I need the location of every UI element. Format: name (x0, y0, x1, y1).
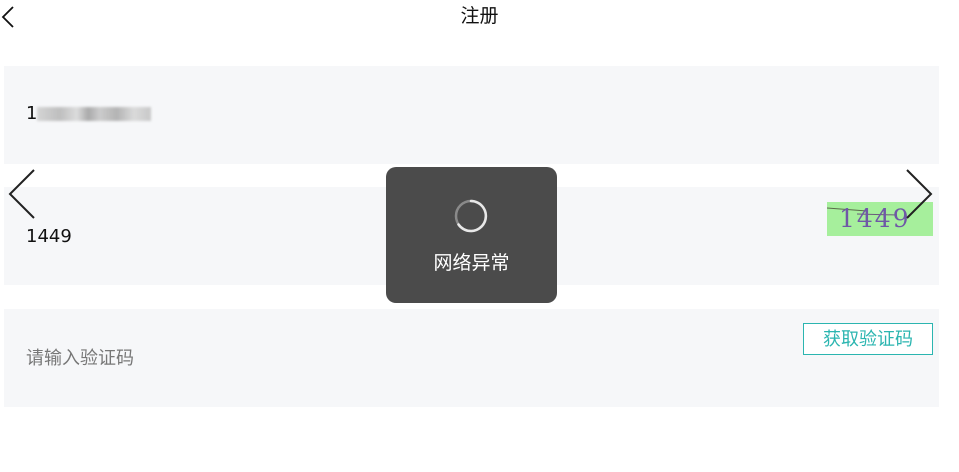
captcha-input[interactable] (26, 223, 326, 249)
page-title: 注册 (460, 5, 499, 27)
header-bar: 注册 (0, 0, 959, 34)
phone-value-blurred (37, 107, 152, 121)
toast-message: 网络异常 (433, 252, 510, 274)
phone-value-prefix: 1 (26, 103, 38, 124)
sms-code-row: 获取验证码 (4, 309, 939, 407)
carousel-prev-button[interactable] (8, 168, 38, 220)
chevron-left-icon (8, 169, 35, 219)
chevron-right-icon (906, 169, 933, 219)
register-page: 注册 1 1449 获取验证码 (0, 0, 959, 472)
get-code-button[interactable]: 获取验证码 (803, 323, 933, 355)
sms-code-input[interactable] (26, 345, 426, 371)
spinner-icon (454, 199, 488, 233)
captcha-image-text: 1449 (839, 204, 911, 233)
carousel-next-button[interactable] (903, 168, 933, 220)
phone-field[interactable]: 1 (26, 102, 426, 126)
loading-toast: 网络异常 (386, 167, 557, 303)
phone-row: 1 (4, 66, 939, 164)
